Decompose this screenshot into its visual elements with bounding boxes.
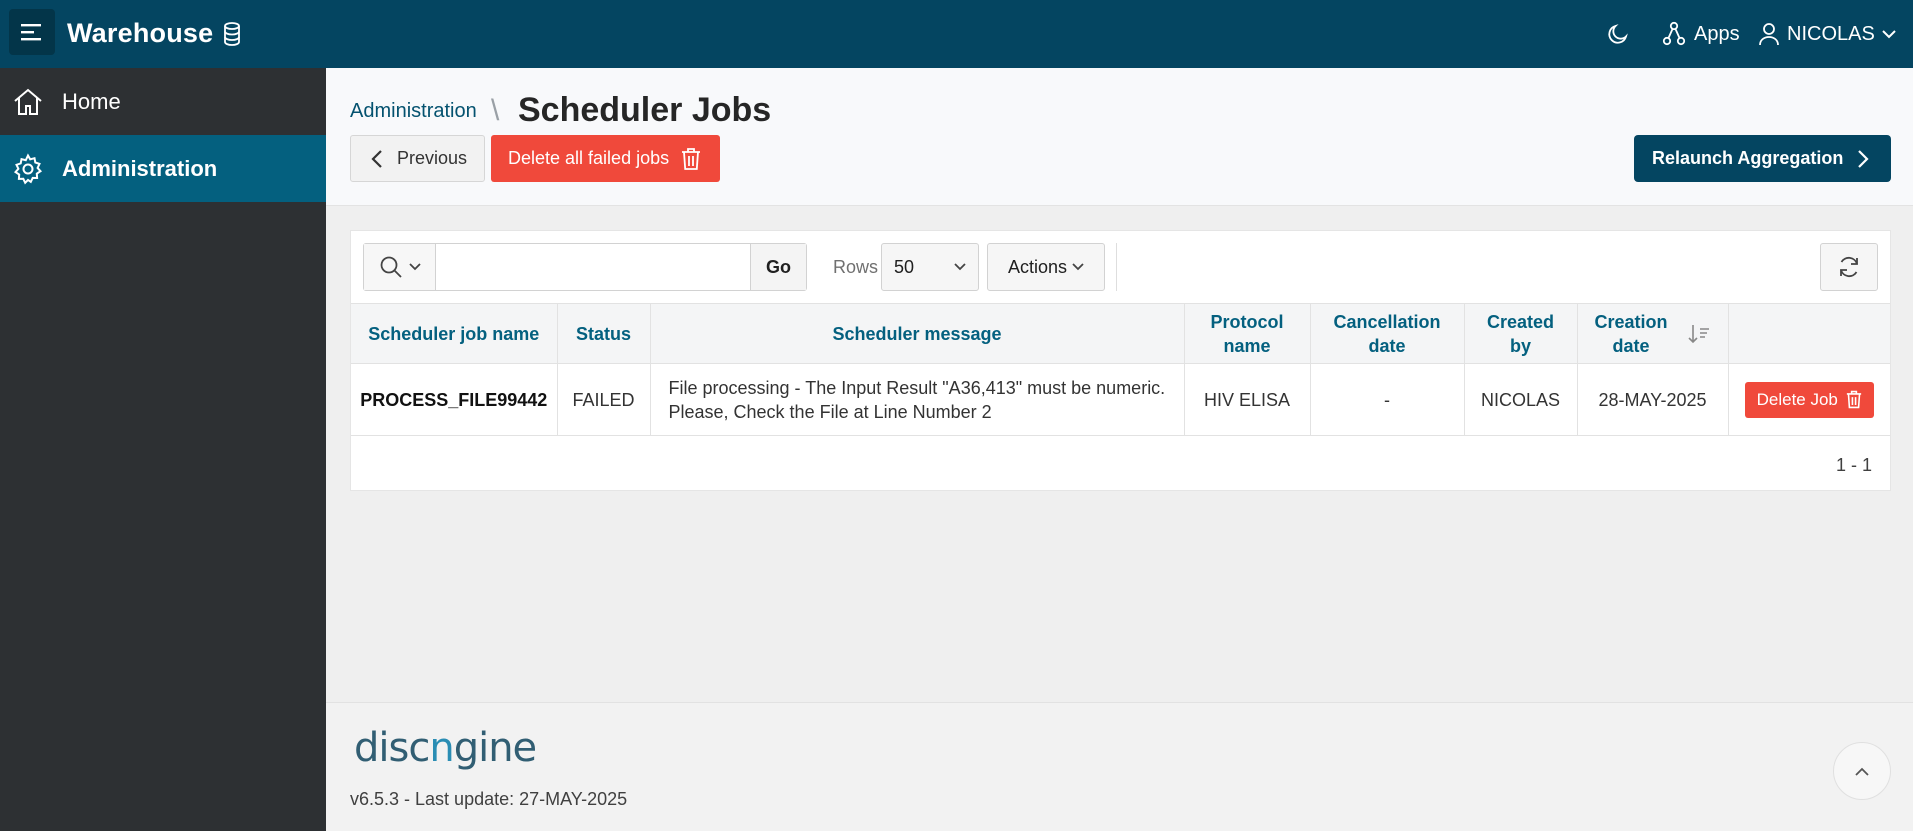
apps-label: Apps: [1694, 22, 1740, 45]
sidebar-item-administration[interactable]: Administration: [0, 135, 326, 202]
delete-job-button[interactable]: Delete Job: [1744, 381, 1874, 418]
chevron-left-icon: [371, 149, 382, 168]
sidebar-item-label: Home: [62, 88, 121, 114]
scroll-to-top-button[interactable]: [1833, 742, 1891, 800]
hamburger-icon: [21, 24, 41, 41]
interactive-report: Go Rows 50 Actions Scheduler job name St…: [350, 230, 1891, 491]
discngine-logo: discngine: [354, 725, 537, 771]
chevron-down-icon: [408, 263, 421, 271]
cell-message: File processing - The Input Result "A36,…: [650, 363, 1185, 436]
rows-value: 50: [894, 256, 915, 277]
apps-icon: [1662, 21, 1686, 46]
page-header: Administration \ Scheduler Jobs Previous…: [326, 68, 1913, 206]
search-input[interactable]: [436, 244, 750, 290]
chevron-down-icon: [1882, 30, 1896, 39]
sidebar-item-home[interactable]: Home: [0, 68, 326, 135]
column-header-actions: [1728, 303, 1890, 364]
search-bar: Go: [363, 243, 807, 291]
search-icon: [380, 256, 402, 278]
column-header-message[interactable]: Scheduler message: [650, 303, 1185, 364]
chevron-up-icon: [1855, 767, 1869, 776]
previous-button[interactable]: Previous: [350, 135, 485, 182]
version-info: v6.5.3 - Last update: 27-MAY-2025: [350, 789, 628, 809]
column-header-created-by[interactable]: Created by: [1464, 303, 1578, 364]
chevron-right-icon: [1858, 149, 1869, 168]
user-menu-button[interactable]: NICOLAS: [1758, 18, 1896, 50]
cell-actions: Delete Job: [1728, 363, 1890, 436]
scheduler-jobs-table: Scheduler job name Status Scheduler mess…: [351, 303, 1890, 436]
sidebar-item-label: Administration: [62, 155, 218, 181]
toolbar-divider: [1116, 243, 1117, 291]
app-brand[interactable]: Warehouse: [67, 18, 241, 49]
pagination-range: 1 - 1: [1835, 455, 1872, 475]
page-title: Scheduler Jobs: [518, 91, 772, 129]
rows-label: Rows: [833, 257, 879, 277]
table-header-row: Scheduler job name Status Scheduler mess…: [351, 303, 1890, 364]
page-footer: discngine v6.5.3 - Last update: 27-MAY-2…: [326, 702, 1913, 831]
delete-all-label: Delete all failed jobs: [508, 148, 670, 168]
home-icon: [14, 88, 42, 115]
trash-icon: [682, 147, 701, 170]
relaunch-label: Relaunch Aggregation: [1652, 148, 1844, 168]
column-header-cancellation-date[interactable]: Cancellation date: [1310, 303, 1465, 364]
relaunch-aggregation-button[interactable]: Relaunch Aggregation: [1634, 135, 1891, 182]
column-header-protocol-name[interactable]: Protocol name: [1184, 303, 1311, 364]
chevron-down-icon: [1072, 263, 1084, 271]
moon-icon: [1608, 24, 1628, 44]
actions-label: Actions: [1007, 256, 1068, 277]
side-navigation: Home Administration: [0, 68, 326, 831]
theme-toggle-button[interactable]: [1604, 20, 1632, 48]
user-icon: [1759, 23, 1779, 46]
cell-job-name: PROCESS_FILE99442: [351, 363, 558, 436]
cell-creation-date: 28-MAY-2025: [1577, 363, 1729, 436]
top-navigation-bar: Warehouse Apps NICOLAS: [0, 0, 1913, 68]
column-header-creation-date[interactable]: Creation date: [1577, 303, 1729, 364]
refresh-button[interactable]: [1820, 243, 1878, 291]
column-header-job-name[interactable]: Scheduler job name: [351, 303, 558, 364]
search-column-menu[interactable]: [364, 244, 436, 290]
breadcrumb-administration[interactable]: Administration: [350, 100, 477, 123]
chevron-down-icon: [954, 263, 966, 271]
cell-protocol-name: HIV ELISA: [1184, 363, 1311, 436]
gear-icon: [13, 153, 43, 185]
breadcrumb-separator: \: [491, 94, 500, 127]
user-name: NICOLAS: [1787, 22, 1875, 45]
sort-descending-icon: [1687, 324, 1709, 343]
database-icon: [224, 21, 241, 46]
app-title: Warehouse: [67, 18, 214, 48]
refresh-icon: [1840, 256, 1858, 278]
delete-all-failed-jobs-button[interactable]: Delete all failed jobs: [491, 135, 720, 182]
go-button[interactable]: Go: [750, 244, 806, 290]
menu-toggle-button[interactable]: [9, 9, 55, 55]
delete-job-label: Delete Job: [1756, 389, 1838, 409]
cell-cancellation-date: -: [1310, 363, 1465, 436]
column-header-status[interactable]: Status: [557, 303, 651, 364]
cell-created-by: NICOLAS: [1464, 363, 1578, 436]
previous-label: Previous: [397, 148, 468, 168]
rows-per-page-select[interactable]: 50: [881, 243, 979, 291]
cell-status: FAILED: [557, 363, 651, 436]
trash-icon: [1846, 390, 1862, 409]
apps-menu-button[interactable]: Apps: [1662, 18, 1740, 50]
table-row: PROCESS_FILE99442 FAILED File processing…: [351, 363, 1890, 436]
actions-menu-button[interactable]: Actions: [987, 243, 1105, 291]
